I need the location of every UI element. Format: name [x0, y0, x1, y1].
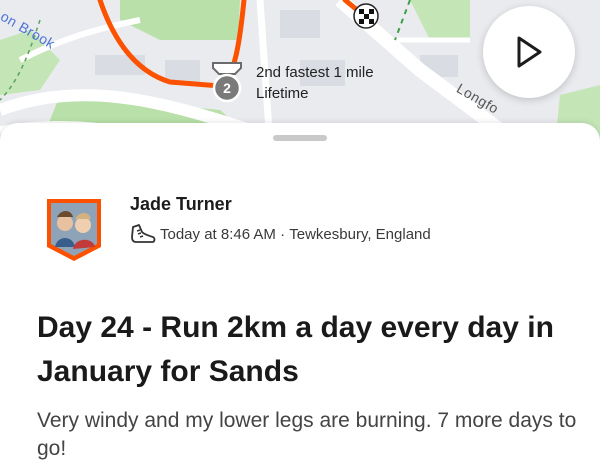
avatar[interactable] [43, 195, 105, 263]
activity-location: Tewkesbury, England [289, 225, 431, 243]
finish-flag-icon [353, 3, 379, 29]
achievement-subtitle: Lifetime [256, 85, 309, 102]
meta-separator: · [275, 225, 290, 243]
activity-timestamp: Today at 8:46 AM [160, 225, 276, 243]
achievement-badge-number: 2 [223, 80, 231, 96]
play-flyover-button[interactable] [483, 6, 575, 98]
activity-description: Very windy and my lower legs are burning… [37, 409, 577, 460]
athlete-name[interactable]: Jade Turner [130, 194, 232, 215]
achievement-title: 2nd fastest 1 mile [256, 64, 374, 81]
achievement-badge-icon[interactable]: 2 [207, 60, 247, 104]
shoe-icon [131, 224, 156, 243]
activity-detail-sheet: Jade Turner Today at 8:46 AM · Tewkesbur… [0, 123, 600, 463]
activity-meta: Today at 8:46 AM · Tewkesbury, England [130, 223, 431, 245]
activity-title: Day 24 - Run 2km a day every day in Janu… [37, 311, 554, 388]
play-icon [517, 36, 542, 68]
achievement-label: 2nd fastest 1 mile Lifetime [256, 62, 374, 104]
drag-handle[interactable] [273, 135, 327, 141]
